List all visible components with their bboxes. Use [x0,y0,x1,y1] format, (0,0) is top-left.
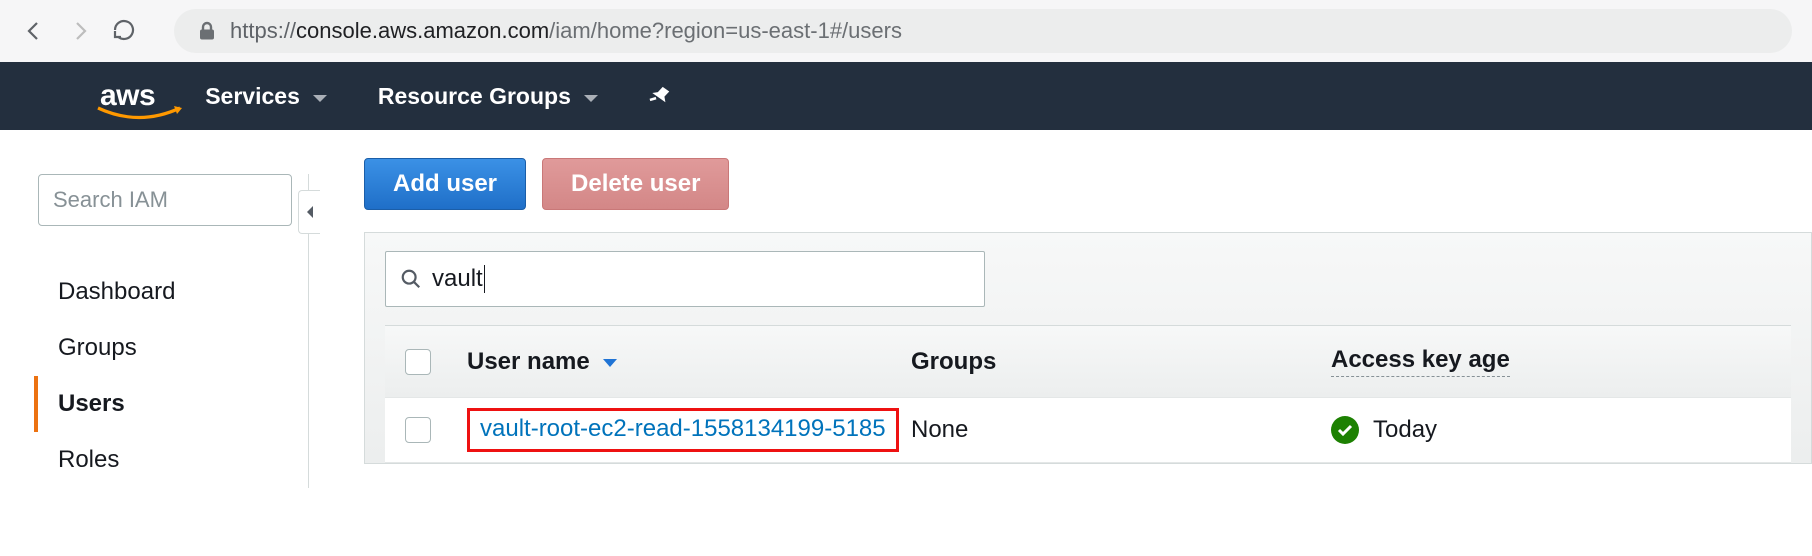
address-bar[interactable]: https://console.aws.amazon.com/iam/home?… [174,9,1792,53]
column-groups[interactable]: Groups [911,348,1331,376]
page-url: https://console.aws.amazon.com/iam/home?… [230,18,902,44]
lock-icon [198,21,216,41]
highlight-box: vault-root-ec2-read-1558134199-5185 [467,408,899,452]
column-access-key-age[interactable]: Access key age [1331,346,1510,377]
check-circle-icon [1331,416,1359,444]
forward-button[interactable] [66,17,94,45]
aws-top-nav: aws Services Resource Groups [0,62,1812,130]
chevron-down-icon [583,83,599,110]
aws-logo[interactable]: aws [100,81,155,111]
collapse-sidebar-button[interactable] [298,190,320,234]
select-all-checkbox[interactable] [405,349,431,375]
sidebar-item-roles[interactable]: Roles [38,432,308,488]
sidebar-item-groups[interactable]: Groups [38,320,308,376]
main-panel: Add user Delete user vault User name Gro… [328,130,1812,488]
reload-button[interactable] [112,18,138,44]
sidebar-divider [308,130,328,488]
table-header: User name Groups Access key age [385,325,1791,397]
groups-cell: None [911,416,1331,444]
pin-icon[interactable] [649,85,671,107]
table-row: vault-root-ec2-read-1558134199-5185 None… [385,397,1791,463]
sidebar-item-users[interactable]: Users [34,376,308,432]
row-checkbox[interactable] [405,417,431,443]
services-label: Services [205,83,300,110]
delete-user-button[interactable]: Delete user [542,158,729,210]
filter-input[interactable]: vault [385,251,985,307]
search-iam-input[interactable] [38,174,292,226]
users-panel: vault User name Groups Access key age va… [364,232,1812,464]
resource-groups-label: Resource Groups [378,83,571,110]
sidebar: Dashboard Groups Users Roles [0,130,308,488]
search-icon [400,268,422,290]
sort-desc-icon [602,348,618,376]
add-user-button[interactable]: Add user [364,158,526,210]
browser-toolbar: https://console.aws.amazon.com/iam/home?… [0,0,1812,62]
back-button[interactable] [20,17,48,45]
column-username[interactable]: User name [467,348,911,376]
resource-groups-menu[interactable]: Resource Groups [378,83,599,110]
sidebar-item-dashboard[interactable]: Dashboard [38,264,308,320]
access-key-age-cell: Today [1331,416,1437,444]
user-link[interactable]: vault-root-ec2-read-1558134199-5185 [480,415,886,442]
chevron-down-icon [312,83,328,110]
services-menu[interactable]: Services [205,83,328,110]
filter-value: vault [432,265,485,294]
